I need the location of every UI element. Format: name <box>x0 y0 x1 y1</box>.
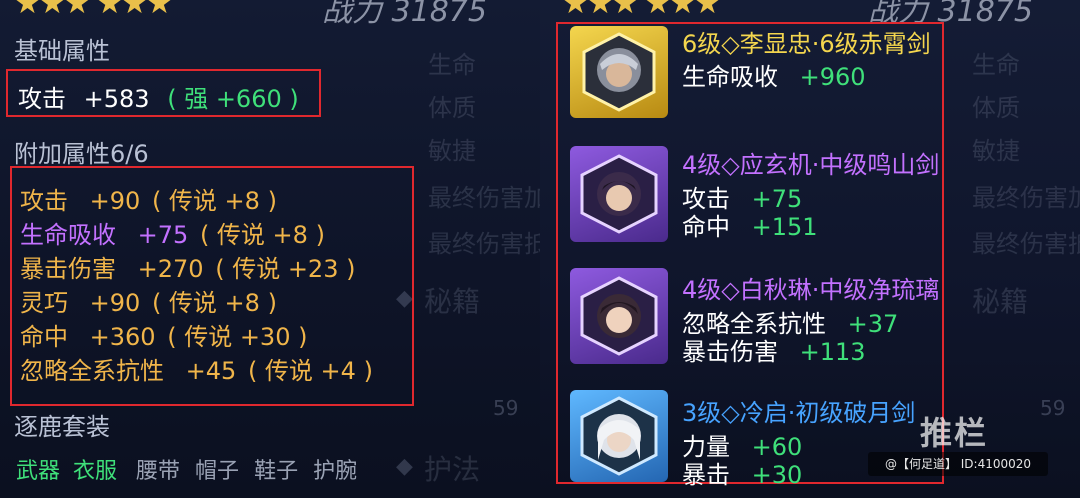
ghost-attr-5: 最终伤害抵 <box>972 230 1080 258</box>
extra-row-legend: ( 传说 +23 ) <box>215 255 356 283</box>
companion-tile-4[interactable] <box>570 390 668 482</box>
extra-row-value: +90 <box>89 187 141 215</box>
companion-title-1: 6级◇李显忠·6级赤霄剑 <box>682 30 931 58</box>
ghost-attr-3: 敏捷 <box>428 137 476 165</box>
extra-attributes-title: 附加属性6/6 <box>14 140 149 168</box>
stat-value: +960 <box>799 63 866 91</box>
companion-portrait-4 <box>580 396 658 476</box>
extra-row: 攻击 +90 ( 传说 +8 ) <box>20 181 277 216</box>
stat-value: +30 <box>751 461 803 489</box>
extra-row-value: +45 <box>185 357 237 385</box>
diamond-icon-2: ◆ <box>396 454 413 479</box>
stat-label: 暴击 <box>682 461 730 489</box>
stat-label: 生命吸收 <box>682 63 778 91</box>
basic-attributes-title: 基础属性 <box>14 37 110 65</box>
ghost-level-number: 59 <box>493 396 519 420</box>
basic-attack-value: +583 <box>83 85 150 113</box>
extra-row-legend: ( 传说 +4 ) <box>247 357 373 385</box>
extra-row-value: +360 <box>89 323 156 351</box>
set-items: 武器 衣服 腰带 帽子 鞋子 护腕 <box>16 453 357 485</box>
companion-portrait-2 <box>580 154 658 234</box>
set-item-weapon[interactable]: 武器 <box>16 459 60 484</box>
ghost-level-number: 59 <box>1040 396 1066 420</box>
basic-attack-bonus: ( 强 +660 ) <box>167 85 299 113</box>
companion-stat: 暴击 +30 <box>682 455 802 490</box>
extra-row: 生命吸收 +75 ( 传说 +8 ) <box>20 215 325 250</box>
stat-label: 命中 <box>682 213 730 241</box>
set-item-belt[interactable]: 腰带 <box>136 459 180 484</box>
ghost-attr-1: 生命 <box>428 51 476 79</box>
left-attributes-panel: ★★★ ★★★ 战力 31875 生命 体质 敏捷 最终伤害加 最终伤害抵 ◆ … <box>0 0 540 498</box>
set-item-hat[interactable]: 帽子 <box>195 459 239 484</box>
extra-row-legend: ( 传说 +8 ) <box>151 187 277 215</box>
extra-row-label: 灵巧 <box>20 289 68 317</box>
companion-portrait-3 <box>580 276 658 356</box>
extra-row-legend: ( 传说 +8 ) <box>199 221 325 249</box>
ghost-attr-3: 敏捷 <box>972 137 1020 165</box>
ghost-attr-4: 最终伤害加 <box>972 184 1080 212</box>
companion-tile-2[interactable] <box>570 146 668 242</box>
ghost-attr-1: 生命 <box>972 51 1020 79</box>
ghost-attr-5: 最终伤害抵 <box>428 230 540 258</box>
set-item-bracer[interactable]: 护腕 <box>313 459 357 484</box>
extra-row-label: 命中 <box>20 323 68 351</box>
basic-attack-label: 攻击 <box>18 85 66 113</box>
extra-row-label: 攻击 <box>20 187 68 215</box>
star-rating: ★★★ ★★★ <box>562 0 721 21</box>
extra-row-value: +75 <box>137 221 189 249</box>
ghost-protect-tab: 护法 <box>424 453 481 486</box>
companion-stat: 命中 +151 <box>682 207 818 242</box>
extra-row-label: 暴击伤害 <box>20 255 116 283</box>
star-rating: ★★★ ★★★ <box>14 0 173 21</box>
companion-stat: 暴击伤害 +113 <box>682 332 866 367</box>
basic-attack-row: 攻击 +583 ( 强 +660 ) <box>18 79 299 114</box>
set-item-clothes[interactable]: 衣服 <box>73 459 117 484</box>
stat-value: +113 <box>799 338 866 366</box>
companion-stat: 生命吸收 +960 <box>682 57 866 92</box>
companion-tile-1[interactable] <box>570 26 668 118</box>
extra-row-value: +90 <box>89 289 141 317</box>
set-item-shoes[interactable]: 鞋子 <box>254 459 298 484</box>
ghost-attr-4: 最终伤害加 <box>428 184 540 212</box>
companion-title-3: 4级◇白秋琳·中级净琉璃 <box>682 276 940 304</box>
extra-row-label: 忽略全系抗性 <box>20 357 164 385</box>
companion-portrait-1 <box>582 32 656 112</box>
extra-row: 灵巧 +90 ( 传说 +8 ) <box>20 283 277 318</box>
watermark-credit: @【何足道】 ID:4100020 <box>868 452 1048 476</box>
extra-row: 暴击伤害 +270 ( 传说 +23 ) <box>20 249 355 284</box>
watermark-logo: 推栏 <box>920 414 989 452</box>
companion-title-2: 4级◇应玄机·中级鸣山剑 <box>682 151 940 179</box>
set-title: 逐鹿套装 <box>14 413 110 441</box>
ghost-attr-2: 体质 <box>972 94 1020 122</box>
ghost-secret-tab: 秘籍 <box>424 285 481 318</box>
extra-row-label: 生命吸收 <box>20 221 116 249</box>
stat-value: +151 <box>751 213 818 241</box>
extra-row-value: +270 <box>137 255 204 283</box>
right-companions-panel: ★★★ ★★★ 战力 31875 生命 体质 敏捷 最终伤害加 最终伤害抵 秘籍… <box>540 0 1080 498</box>
companion-title-4: 3级◇冷启·初级破月剑 <box>682 399 916 427</box>
combat-power: 战力 31875 <box>322 0 487 29</box>
extra-row: 忽略全系抗性 +45 ( 传说 +4 ) <box>20 351 373 386</box>
extra-row-legend: ( 传说 +8 ) <box>151 289 277 317</box>
extra-row-legend: ( 传说 +30 ) <box>167 323 308 351</box>
ghost-secret-tab: 秘籍 <box>972 285 1029 318</box>
companion-tile-3[interactable] <box>570 268 668 364</box>
ghost-attr-2: 体质 <box>428 94 476 122</box>
extra-row: 命中 +360 ( 传说 +30 ) <box>20 317 307 352</box>
stat-label: 暴击伤害 <box>682 338 778 366</box>
